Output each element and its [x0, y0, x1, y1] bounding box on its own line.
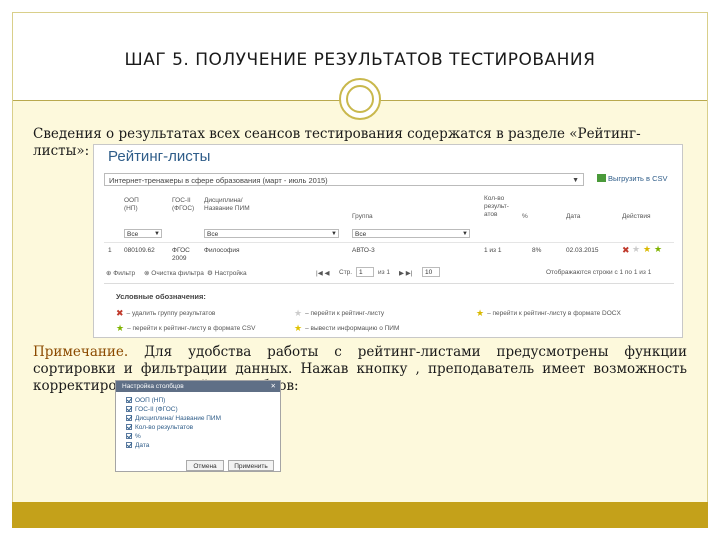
export-csv-label: Выгрузить в CSV: [608, 174, 668, 183]
checkbox-icon: [126, 424, 132, 430]
column-option-label: ГОС-II (ФГОС): [135, 406, 178, 413]
star-icon: ★: [116, 323, 125, 333]
settings-label: Настройка: [214, 270, 247, 277]
filter-group-value: Все: [355, 231, 367, 238]
star-csv-icon[interactable]: ★: [654, 244, 662, 255]
checkbox-icon: [126, 433, 132, 439]
bottom-accent-bar: [12, 502, 708, 528]
column-option[interactable]: %: [126, 432, 141, 441]
checkbox-icon: [126, 442, 132, 448]
note-label: Примечание.: [33, 344, 129, 360]
chevron-down-icon: ▼: [572, 177, 579, 184]
cell-percent: 8%: [532, 247, 542, 254]
cell-group: АВТО-3: [352, 247, 375, 254]
column-settings-header: Настройка столбцов ✕: [116, 381, 280, 392]
filter-oop-value: Все: [127, 231, 139, 238]
delete-icon: ✖: [116, 308, 124, 318]
cell-discipline: Философия: [204, 247, 240, 254]
filter-group[interactable]: Все ▼: [352, 229, 470, 238]
legend-delete: ✖ – удалить группу результатов: [116, 308, 215, 319]
csv-icon: [597, 174, 606, 182]
column-settings-title: Настройка столбцов: [122, 383, 184, 390]
col-header-group[interactable]: Группа: [352, 213, 373, 221]
legend-divider: [104, 283, 674, 284]
slide-title: ШАГ 5. ПОЛУЧЕНИЕ РЕЗУЛЬТАТОВ ТЕСТИРОВАНИ…: [124, 50, 596, 70]
column-option-label: %: [135, 433, 141, 440]
checkbox-icon: [126, 397, 132, 403]
column-option-label: ООП (НП): [135, 397, 166, 404]
col-header-gos[interactable]: ГОС-II (ФГОС): [172, 197, 194, 213]
apply-button[interactable]: Применить: [228, 460, 274, 471]
period-select[interactable]: Интернет-тренажеры в сфере образования (…: [104, 173, 584, 186]
legend-csv: ★ – перейти к рейтинг-листу в формате CSV: [116, 323, 255, 334]
delete-icon[interactable]: ✖: [622, 245, 630, 256]
cell-count: 1 из 1: [484, 247, 502, 254]
legend-open: ★ – перейти к рейтинг-листу: [294, 308, 384, 319]
settings-link[interactable]: ⚙ Настройка: [207, 269, 247, 277]
cell-date: 02.03.2015: [566, 247, 599, 254]
rating-lists-title: Рейтинг-листы: [108, 148, 211, 165]
cancel-button[interactable]: Отмена: [186, 460, 224, 471]
filter-discipline[interactable]: Все ▼: [204, 229, 339, 238]
page-suffix: из 1: [378, 269, 391, 276]
row-divider: [104, 242, 674, 243]
legend-pim: ★ – вывести информацию о ПИМ: [294, 323, 399, 334]
cell-num: 1: [108, 247, 112, 254]
star-icon: ★: [476, 308, 485, 318]
column-option-label: Дисциплина/ Название ПИМ: [135, 415, 222, 422]
legend-title: Условные обозначения:: [116, 292, 206, 301]
legend-docx: ★ – перейти к рейтинг-листу в формате DOC…: [476, 308, 621, 319]
legend-pim-text: – вывести информацию о ПИМ: [305, 325, 400, 332]
column-option[interactable]: ООП (НП): [126, 396, 165, 405]
legend-docx-text: – перейти к рейтинг-листу в формате DOCX: [487, 310, 621, 317]
star-icon: ★: [294, 323, 303, 333]
filter-link[interactable]: ⊕ Фильтр: [106, 269, 135, 277]
legend-csv-text: – перейти к рейтинг-листу в формате CSV: [127, 325, 256, 332]
filter-oop[interactable]: Все ▼: [124, 229, 162, 238]
col-header-discipline[interactable]: Дисциплина/ Название ПИМ: [204, 197, 250, 213]
page-prefix: Стр.: [339, 269, 353, 276]
checkbox-icon: [126, 406, 132, 412]
star-docx-icon[interactable]: ★: [643, 244, 651, 255]
ornament-circle: [339, 78, 381, 120]
export-csv-link[interactable]: Выгрузить в CSV: [597, 174, 668, 183]
column-option[interactable]: Дисциплина/ Название ПИМ: [126, 414, 221, 423]
cell-oop: 080109.62: [124, 247, 155, 254]
col-header-count[interactable]: Кол-во результ- атов: [484, 195, 509, 219]
legend-delete-text: – удалить группу результатов: [126, 310, 216, 317]
col-header-actions: Действия: [622, 213, 651, 220]
col-header-oop[interactable]: ООП (НП): [124, 197, 139, 213]
reset-filter-label: Очистка фильтра: [151, 270, 204, 277]
col-header-date[interactable]: Дата: [566, 213, 580, 221]
column-option[interactable]: Дата: [126, 441, 149, 450]
column-option[interactable]: ГОС-II (ФГОС): [126, 405, 178, 414]
intro-line-1: Сведения о результатах всех сеансов тест…: [33, 126, 641, 142]
col-header-percent[interactable]: %: [522, 213, 528, 221]
filter-link-label: Фильтр: [113, 270, 136, 277]
column-settings-dialog: Настройка столбцов ✕ ООП (НП) ГОС-II (ФГ…: [115, 380, 281, 472]
pager-first-icon[interactable]: |◀ ◀: [316, 269, 330, 277]
star-icon: ★: [294, 308, 303, 318]
column-option-label: Кол-во результатов: [135, 424, 194, 431]
column-option[interactable]: Кол-во результатов: [126, 423, 193, 432]
page-input[interactable]: 1: [356, 267, 374, 277]
rating-lists-screenshot: Рейтинг-листы Интернет-тренажеры в сфере…: [93, 144, 683, 338]
filter-discipline-value: Все: [207, 231, 219, 238]
star-open-icon[interactable]: ★: [632, 244, 640, 255]
column-option-label: Дата: [135, 442, 150, 449]
reset-filter-link[interactable]: ⊗ Очистка фильтра: [144, 269, 204, 277]
per-page-select[interactable]: 10: [422, 267, 440, 277]
cell-gos: ФГОС 2009: [172, 247, 190, 262]
close-icon[interactable]: ✕: [271, 381, 276, 392]
period-value: Интернет-тренажеры в сфере образования (…: [109, 176, 328, 185]
checkbox-icon: [126, 415, 132, 421]
rows-shown: Отображаются строки с 1 по 1 из 1: [546, 269, 652, 276]
pager-next-icon[interactable]: ▶ ▶|: [399, 269, 413, 277]
legend-open-text: – перейти к рейтинг-листу: [305, 310, 385, 317]
